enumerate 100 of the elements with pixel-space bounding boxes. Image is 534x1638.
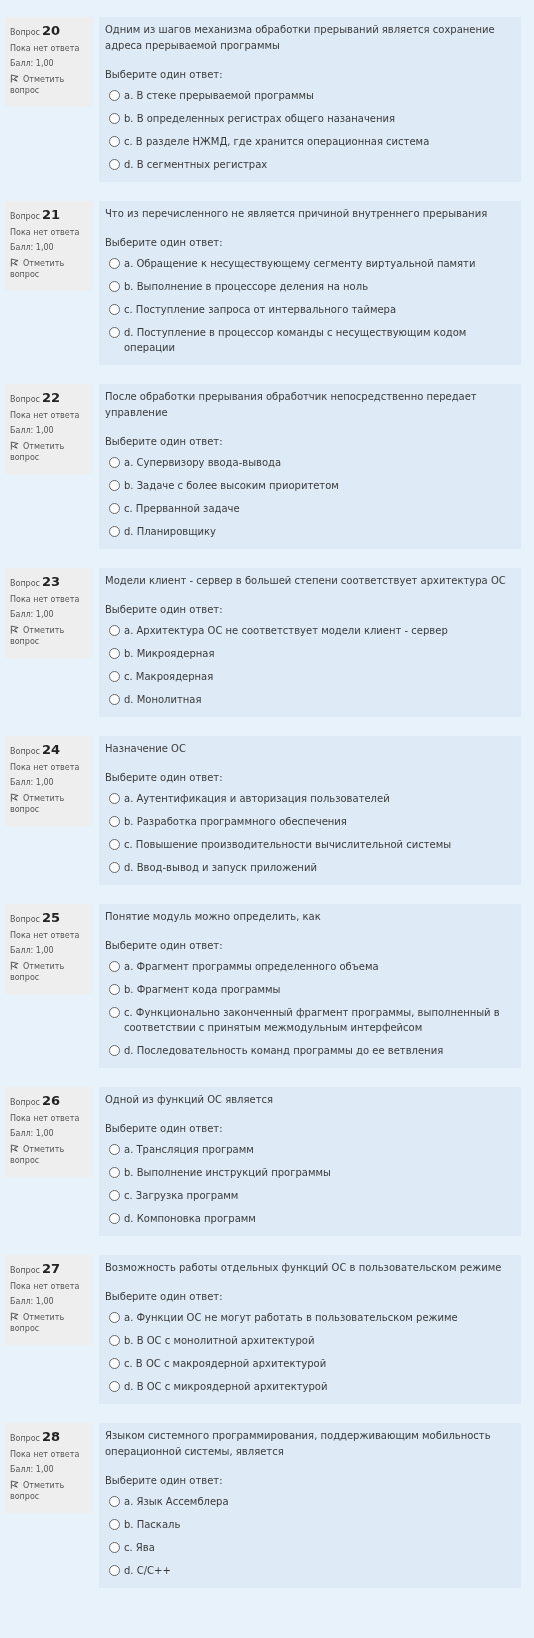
radio-button[interactable] (109, 480, 120, 491)
flag-question-link[interactable]: Отметить вопрос (10, 1144, 87, 1167)
answer-option[interactable]: d. Ввод-вывод и запуск приложений (124, 860, 317, 875)
answer-option[interactable]: b. Выполнение инструкций программы (124, 1165, 331, 1180)
radio-button[interactable] (109, 1565, 120, 1576)
answer-option[interactable]: a. Трансляция программ (124, 1142, 254, 1157)
answer-option[interactable]: d. C/C++ (124, 1563, 171, 1578)
answer-status: Пока нет ответа (10, 1282, 81, 1291)
flag-question-link[interactable]: Отметить вопрос (10, 625, 87, 648)
answer-option[interactable]: b. Задаче с более высоким приоритетом (124, 478, 339, 493)
radio-button[interactable] (109, 327, 120, 338)
question-text: Модели клиент - сервер в большей степени соответствует архитектура ОС (105, 574, 507, 588)
answer-option[interactable]: c. Загрузка программ (124, 1188, 239, 1203)
radio-button[interactable] (109, 281, 120, 292)
question-label: Вопрос (10, 1266, 40, 1275)
radio-button[interactable] (109, 526, 120, 537)
question-number: 25 (42, 910, 61, 925)
radio-button[interactable] (109, 159, 120, 170)
flag-question-link[interactable]: Отметить вопрос (10, 1480, 87, 1503)
radio-button[interactable] (109, 304, 120, 315)
question-text: Понятие модуль можно определить, как (105, 910, 322, 924)
answer-option[interactable]: d. В сегментных регистрах (124, 157, 268, 172)
radio-button[interactable] (109, 90, 120, 101)
question-label: Вопрос (10, 915, 40, 924)
answer-option[interactable]: b. Выполнение в процессоре деления на ноль (124, 279, 369, 294)
radio-button[interactable] (109, 1144, 120, 1155)
radio-button[interactable] (109, 648, 120, 659)
answer-option[interactable]: d. Монолитная (124, 692, 202, 707)
radio-button[interactable] (109, 671, 120, 682)
radio-button[interactable] (109, 1312, 120, 1323)
answer-option[interactable]: a. Обращение к несуществующему сегменту виртуальной памяти (124, 256, 476, 271)
answer-option[interactable]: a. Язык Ассемблера (124, 1494, 229, 1509)
answer-option[interactable]: a. Аутентификация и авторизация пользователей (124, 791, 390, 806)
radio-button[interactable] (109, 1381, 120, 1392)
answer-option[interactable]: c. Макроядерная (124, 669, 214, 684)
radio-button[interactable] (109, 816, 120, 827)
flag-question-link[interactable]: Отметить вопрос (10, 74, 87, 97)
answer-option[interactable]: b. Фрагмент кода программы (124, 982, 281, 997)
flag-icon (10, 625, 19, 634)
radio-button[interactable] (109, 113, 120, 124)
answer-prompt: Выберите один ответ: (105, 603, 224, 617)
radio-button[interactable] (109, 1358, 120, 1369)
radio-button[interactable] (109, 503, 120, 514)
flag-icon (10, 793, 19, 802)
radio-button[interactable] (109, 1542, 120, 1553)
answer-option[interactable]: b. Разработка программного обеспечения (124, 814, 347, 829)
answer-option[interactable]: a. Фрагмент программы определенного объема (124, 959, 379, 974)
answer-option[interactable]: d. Компоновка программ (124, 1211, 256, 1226)
answer-status: Пока нет ответа (10, 44, 81, 53)
answer-option[interactable]: c. Прерванной задаче (124, 501, 240, 516)
answer-option[interactable]: a. Архитектура ОС не соответствует модели клиент - сервер (124, 623, 448, 638)
answer-option[interactable]: b. В определенных регистрах общего назаначения (124, 111, 396, 126)
radio-button[interactable] (109, 961, 120, 972)
radio-button[interactable] (109, 1007, 120, 1018)
flag-question-link[interactable]: Отметить вопрос (10, 793, 87, 816)
radio-button[interactable] (109, 1045, 120, 1056)
radio-button[interactable] (109, 839, 120, 850)
answer-option[interactable]: a. В стеке прерываемой программы (124, 88, 314, 103)
radio-button[interactable] (109, 258, 120, 269)
answer-option[interactable]: c. Функционально законченный фрагмент программы, выполненный в соответствии с принятым межмодульным интерфейсом (124, 1005, 513, 1035)
answer-option[interactable]: d. В ОС с микроядерной архитектурой (124, 1379, 328, 1394)
radio-button[interactable] (109, 1190, 120, 1201)
flag-icon (10, 74, 19, 83)
answer-option[interactable]: d. Последовательность команд программы до ее ветвления (124, 1043, 444, 1058)
question-label: Вопрос (10, 395, 40, 404)
radio-button[interactable] (109, 1167, 120, 1178)
flag-icon (10, 258, 19, 267)
radio-button[interactable] (109, 457, 120, 468)
answer-option[interactable]: b. Микроядерная (124, 646, 215, 661)
question-grade: Балл: 1,00 (10, 1129, 55, 1138)
flag-question-link[interactable]: Отметить вопрос (10, 1312, 87, 1335)
answer-option[interactable]: d. Поступление в процессор команды с несуществующим кодом операции (124, 325, 513, 355)
answer-option[interactable]: c. Повышение производительности вычислительной системы (124, 837, 452, 852)
question-grade: Балл: 1,00 (10, 610, 55, 619)
answer-option[interactable]: d. Планировщику (124, 524, 217, 539)
answer-option[interactable]: c. Ява (124, 1540, 155, 1555)
answer-option[interactable]: b. В ОС с монолитной архитектурой (124, 1333, 315, 1348)
answer-option[interactable]: a. Функции ОС не могут работать в пользовательском режиме (124, 1310, 458, 1325)
radio-button[interactable] (109, 862, 120, 873)
answer-option[interactable]: c. В разделе НЖМД, где хранится операционная система (124, 134, 430, 149)
question-number: 24 (42, 742, 61, 757)
question-label: Вопрос (10, 212, 40, 221)
radio-button[interactable] (109, 694, 120, 705)
radio-button[interactable] (109, 625, 120, 636)
flag-question-link[interactable]: Отметить вопрос (10, 258, 87, 281)
radio-button[interactable] (109, 1335, 120, 1346)
answer-prompt: Выберите один ответ: (105, 236, 224, 250)
radio-button[interactable] (109, 793, 120, 804)
flag-question-link[interactable]: Отметить вопрос (10, 441, 87, 464)
radio-button[interactable] (109, 136, 120, 147)
question-number: 23 (42, 574, 61, 589)
radio-button[interactable] (109, 984, 120, 995)
radio-button[interactable] (109, 1496, 120, 1507)
answer-option[interactable]: c. В ОС с макроядерной архитектурой (124, 1356, 327, 1371)
radio-button[interactable] (109, 1519, 120, 1530)
answer-option[interactable]: c. Поступление запроса от интервального таймера (124, 302, 397, 317)
flag-question-link[interactable]: Отметить вопрос (10, 961, 87, 984)
radio-button[interactable] (109, 1213, 120, 1224)
answer-option[interactable]: a. Супервизору ввода-вывода (124, 455, 282, 470)
answer-option[interactable]: b. Паскаль (124, 1517, 181, 1532)
